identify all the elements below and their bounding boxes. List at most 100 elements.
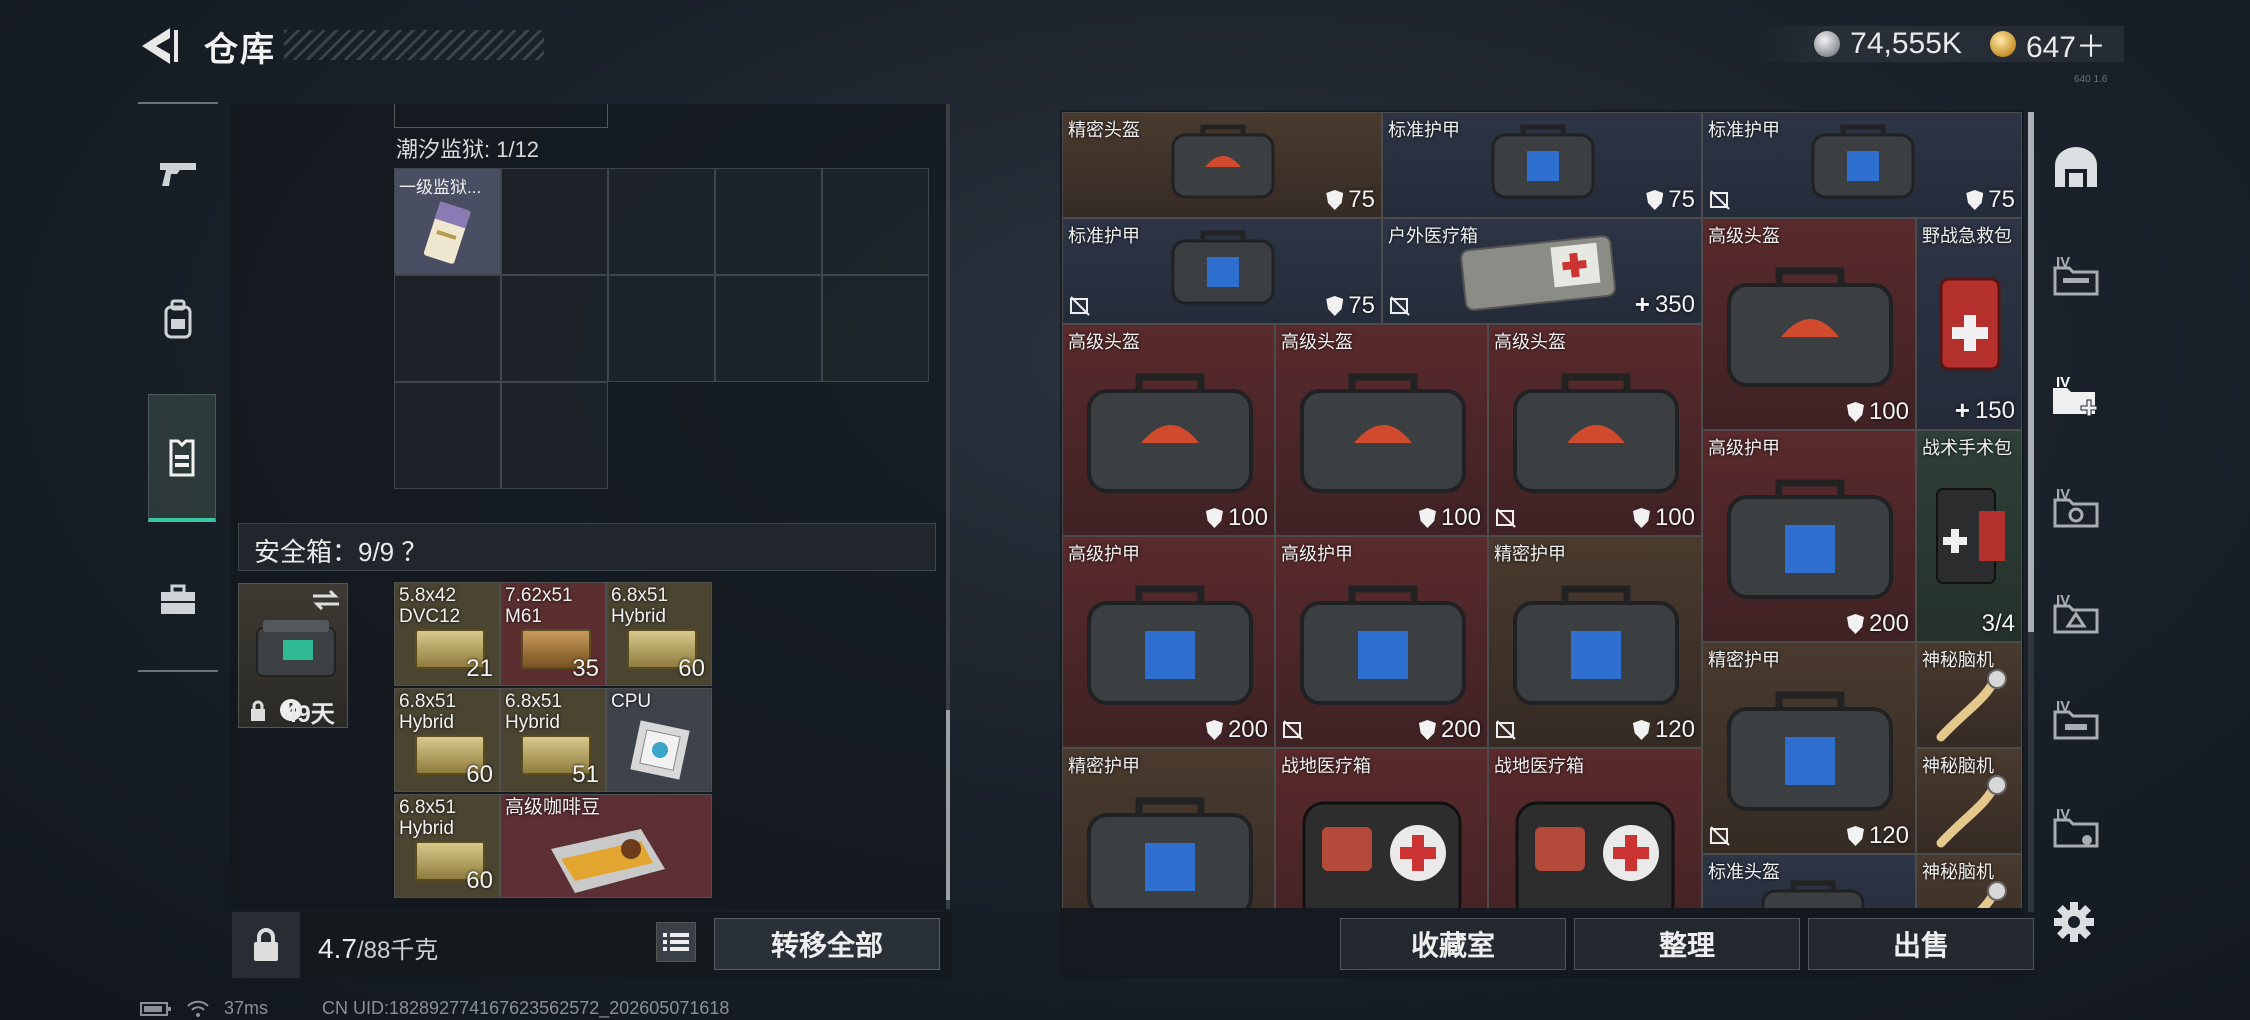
field-medical-box-icon bbox=[1515, 801, 1675, 908]
inventory-item[interactable]: 标准护甲 75 bbox=[1702, 112, 2022, 218]
inventory-item[interactable]: 高级头盔 100 bbox=[1488, 324, 1702, 536]
safe-item[interactable]: 6.8x51 Hybrid 60 bbox=[394, 794, 500, 898]
gold-coin-icon bbox=[1989, 31, 2016, 57]
item-name: 战地医疗箱 bbox=[1281, 756, 1371, 776]
prison-card-cell[interactable]: 一级监狱... bbox=[394, 168, 501, 275]
tab-medical-storage[interactable]: IV bbox=[2046, 368, 2106, 428]
gun-icon[interactable] bbox=[148, 144, 208, 204]
armor-bag-icon bbox=[1087, 585, 1253, 705]
first-aid-kit-icon bbox=[1939, 277, 2001, 371]
inventory-item[interactable]: 高级头盔 100 bbox=[1702, 218, 1916, 430]
item-value: 100 bbox=[1205, 504, 1268, 532]
inventory-item[interactable]: 战地医疗箱 bbox=[1488, 748, 1702, 908]
empty-cell bbox=[608, 168, 715, 275]
inventory-item[interactable]: 神秘脑机 bbox=[1916, 854, 2022, 908]
item-count: 51 bbox=[572, 761, 599, 788]
warehouse-tabs: IV IV IV IV IV IV bbox=[2040, 110, 2112, 900]
safe-item[interactable]: 6.8x51 Hybrid 51 bbox=[500, 688, 606, 792]
inventory-item[interactable]: 高级护甲 200 bbox=[1702, 430, 1916, 642]
prison-slot-top bbox=[394, 104, 608, 128]
armor-bag-icon bbox=[1811, 124, 1915, 199]
battery-icon bbox=[140, 1001, 171, 1016]
inventory-item[interactable]: 高级护甲 200 bbox=[1062, 536, 1275, 748]
item-value: 75 bbox=[1326, 186, 1375, 214]
item-name: 战术手术包 bbox=[1922, 438, 2012, 458]
tab-equipment-storage[interactable]: IV bbox=[2046, 480, 2106, 540]
inventory-scrollbar-thumb[interactable] bbox=[2028, 112, 2034, 632]
durability-icon bbox=[1846, 826, 1864, 846]
item-count: 35 bbox=[572, 655, 599, 682]
safe-item[interactable]: 5.8x42 DVC12 21 bbox=[394, 582, 500, 686]
sell-button[interactable]: 出售 bbox=[1808, 918, 2034, 970]
inventory-item[interactable]: 野战急救包 +150 bbox=[1916, 218, 2022, 430]
item-name: 标准护甲 bbox=[1708, 120, 1780, 140]
status-bar: 37ms CN UID:18289277416762356257​2_20260… bbox=[140, 998, 729, 1019]
item-name: 标准护甲 bbox=[1388, 120, 1460, 140]
sort-button[interactable]: 整理 bbox=[1574, 918, 1800, 970]
tab-warehouse-main[interactable] bbox=[2046, 140, 2106, 200]
inventory-item[interactable]: 精密护甲 120 bbox=[1702, 642, 1916, 854]
backpack-icon[interactable] bbox=[148, 289, 208, 349]
inventory-item[interactable]: 战术手术包 3/4 bbox=[1916, 430, 2022, 642]
swap-icon[interactable] bbox=[309, 588, 343, 612]
inventory-item[interactable]: 精密护甲 bbox=[1062, 748, 1275, 908]
inventory-item[interactable]: 战地医疗箱 bbox=[1275, 748, 1488, 908]
durability-icon bbox=[1205, 720, 1223, 740]
collection-room-button[interactable]: 收藏室 bbox=[1340, 918, 1566, 970]
no-repair-icon bbox=[1496, 720, 1516, 740]
safe-item[interactable]: 6.8x51 Hybrid 60 bbox=[606, 582, 712, 686]
inventory-item[interactable]: 标准头盔 bbox=[1702, 854, 1916, 908]
empty-cell bbox=[501, 382, 608, 489]
helmet-bag-icon bbox=[1300, 373, 1466, 493]
inventory-item[interactable]: 高级护甲 200 bbox=[1275, 536, 1488, 748]
empty-cell bbox=[501, 275, 608, 382]
safe-item[interactable]: 7.62x51 M61 35 bbox=[500, 582, 606, 686]
inventory-item[interactable]: 精密护甲 120 bbox=[1488, 536, 1702, 748]
prison-card-name: 一级监狱... bbox=[399, 178, 482, 197]
inventory-item[interactable]: 神秘脑机 bbox=[1916, 748, 2022, 854]
wifi-icon bbox=[187, 1000, 209, 1017]
armor-bag-icon bbox=[1171, 230, 1275, 305]
tab-items-storage[interactable]: IV bbox=[2046, 586, 2106, 646]
tab-special-storage[interactable]: IV bbox=[2046, 800, 2106, 860]
safe-item[interactable]: 6.8x51 Hybrid 60 bbox=[394, 688, 500, 792]
stash-scrollbar-thumb[interactable] bbox=[946, 710, 950, 900]
safe-box-label[interactable]: 安全箱：9/9 ？ bbox=[254, 532, 427, 569]
item-name: 标准头盔 bbox=[1708, 862, 1780, 882]
item-name: 6.8x51 Hybrid bbox=[505, 691, 563, 733]
empty-cell bbox=[715, 168, 822, 275]
page-title: 仓库 bbox=[204, 31, 276, 69]
inventory-item[interactable]: 高级头盔 100 bbox=[1275, 324, 1488, 536]
item-value: 75 bbox=[1966, 186, 2015, 214]
category-nav bbox=[138, 102, 218, 672]
durability-icon bbox=[1846, 402, 1864, 422]
item-value: +350 bbox=[1634, 289, 1695, 319]
transfer-all-button[interactable]: 转移全部 bbox=[714, 918, 940, 970]
inventory-item[interactable]: 标准护甲 75 bbox=[1062, 218, 1382, 324]
armor-bag-icon bbox=[1087, 797, 1253, 908]
inventory-item[interactable]: 神秘脑机 bbox=[1916, 642, 2022, 748]
vest-icon[interactable] bbox=[148, 394, 216, 522]
item-name: 户外医疗箱 bbox=[1388, 226, 1478, 246]
safe-item[interactable]: 高级咖啡豆 bbox=[500, 794, 712, 898]
ping-text: 37ms bbox=[224, 998, 269, 1018]
safe-item[interactable]: CPU bbox=[606, 688, 712, 792]
briefcase-icon[interactable] bbox=[148, 570, 208, 630]
item-name: 高级护甲 bbox=[1068, 544, 1140, 564]
tab-ammo-storage[interactable]: IV bbox=[2046, 692, 2106, 752]
tab-weapons-storage[interactable]: IV bbox=[2046, 248, 2106, 308]
gold-coin-value[interactable]: 647＋ bbox=[2026, 22, 2106, 66]
item-value: 200 bbox=[1205, 716, 1268, 744]
inventory-item[interactable]: 标准护甲 75 bbox=[1382, 112, 1702, 218]
inventory-item[interactable]: 户外医疗箱 +350 bbox=[1382, 218, 1702, 324]
inventory-item[interactable]: 精密头盔 75 bbox=[1062, 112, 1382, 218]
lock-button[interactable] bbox=[232, 912, 300, 978]
back-arrow-icon[interactable] bbox=[136, 26, 180, 66]
list-view-button[interactable] bbox=[656, 922, 696, 962]
title-decoration bbox=[284, 30, 544, 60]
empty-cell bbox=[501, 168, 608, 275]
helmet-bag-icon bbox=[1513, 373, 1679, 493]
settings-gear-icon[interactable] bbox=[2050, 898, 2098, 946]
inventory-item[interactable]: 高级头盔 100 bbox=[1062, 324, 1275, 536]
armor-bag-icon bbox=[1727, 479, 1893, 599]
